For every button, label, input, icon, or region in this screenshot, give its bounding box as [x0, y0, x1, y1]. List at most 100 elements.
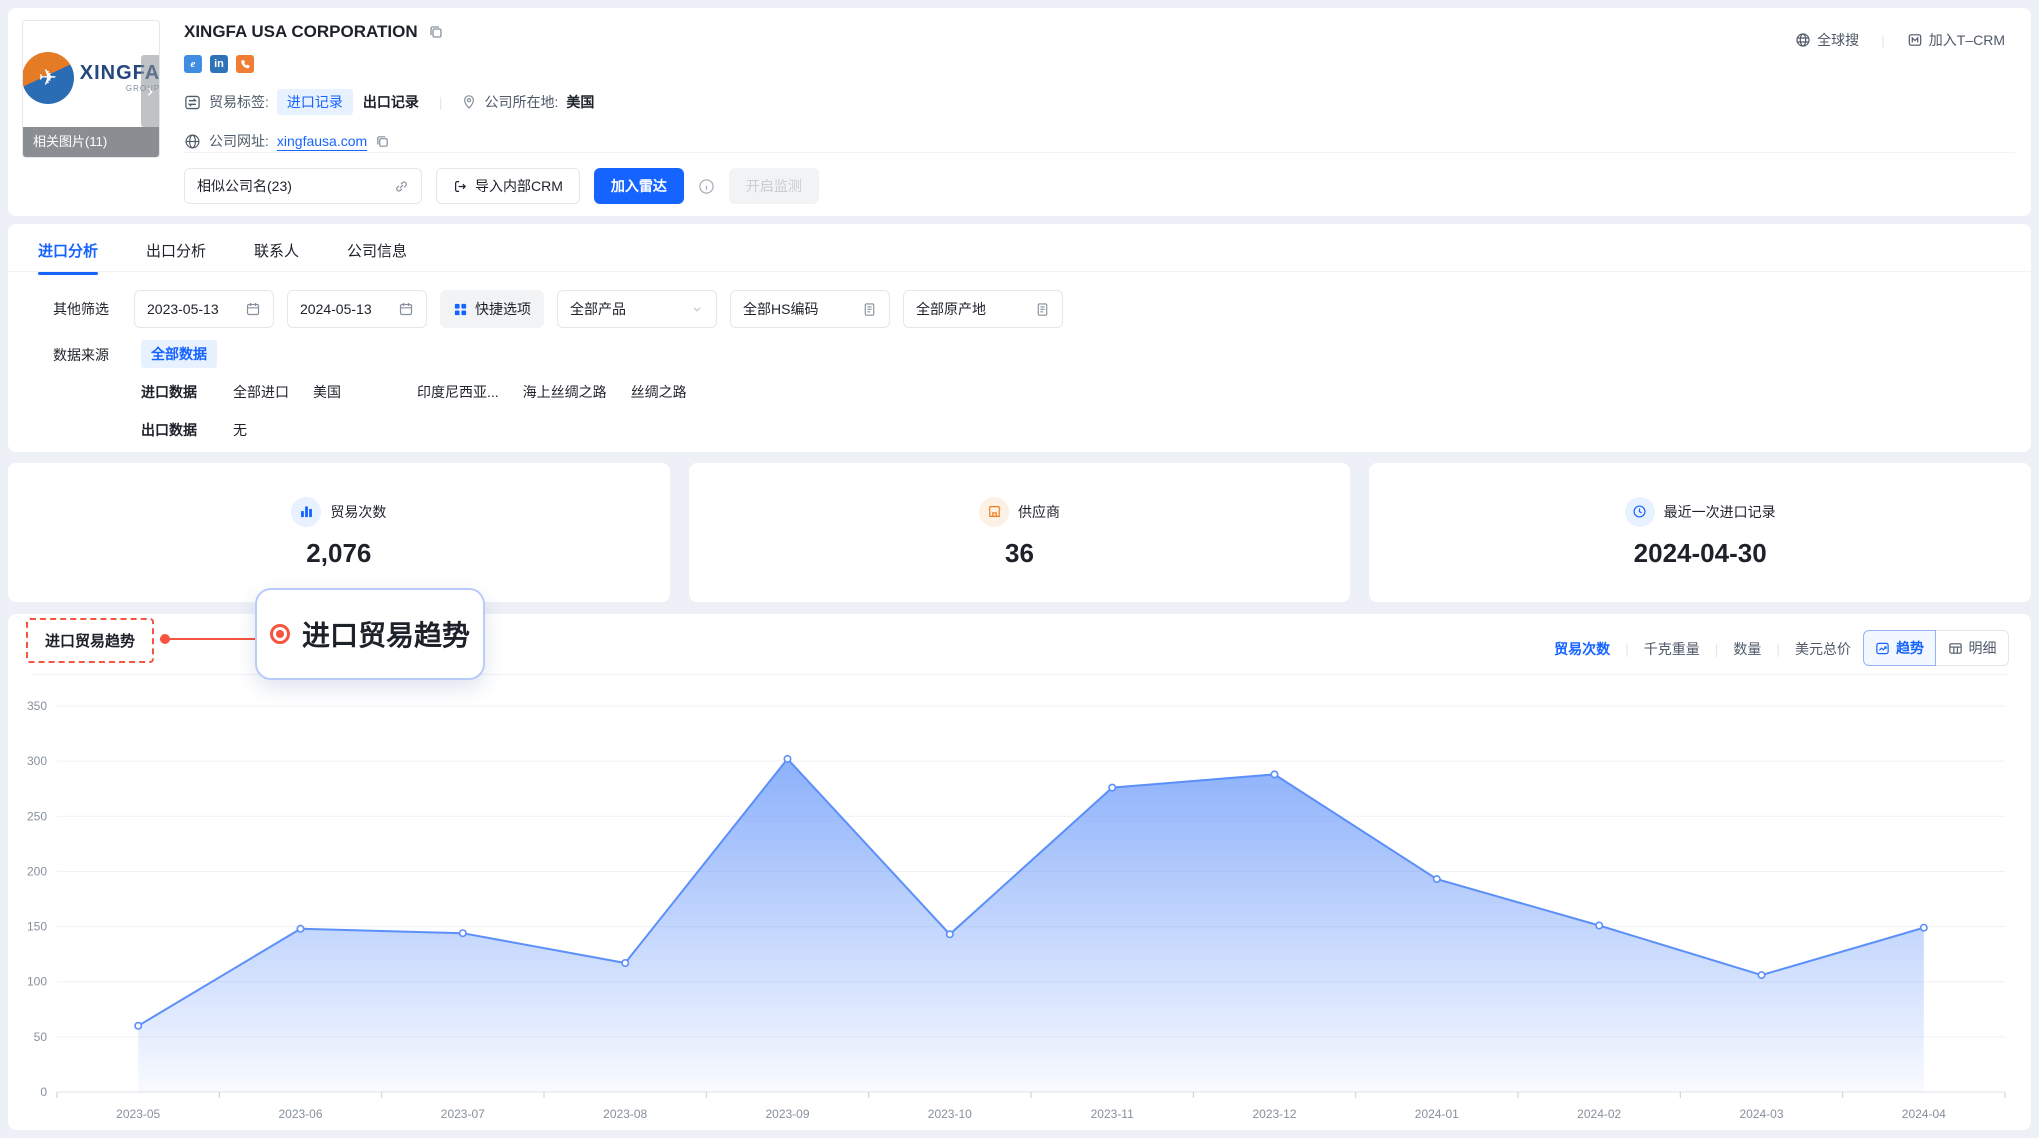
logo-globe-airplane-icon: ✈ [22, 52, 74, 104]
export-data-value: 无 [233, 420, 247, 440]
all-products-select[interactable]: 全部产品 [557, 290, 717, 328]
document-icon [1035, 302, 1050, 317]
svg-text:2023-11: 2023-11 [1091, 1107, 1134, 1121]
global-search-link[interactable]: 全球搜 [1795, 30, 1859, 50]
quick-options-button[interactable]: 快捷选项 [440, 290, 544, 328]
tcrm-icon [1907, 32, 1923, 48]
website-link[interactable]: xingfausa.com [277, 133, 367, 149]
end-date-value: 2024-05-13 [300, 301, 372, 317]
chevron-down-icon [690, 302, 704, 316]
view-trend-button[interactable]: 趋势 [1863, 630, 1936, 666]
all-origins-select[interactable]: 全部原产地 [903, 290, 1063, 328]
svg-text:250: 250 [27, 809, 47, 823]
shop-icon [979, 497, 1009, 527]
metric-kg-weight[interactable]: 千克重量 [1644, 639, 1700, 659]
all-hs-codes-select[interactable]: 全部HS编码 [730, 290, 890, 328]
svg-text:2023-09: 2023-09 [765, 1107, 809, 1121]
analysis-panel: 进口分析 出口分析 联系人 公司信息 其他筛选 2023-05-13 2024-… [8, 224, 2031, 452]
tab-import-analysis[interactable]: 进口分析 [38, 240, 98, 275]
divider: | [1871, 32, 1895, 48]
tab-company-info[interactable]: 公司信息 [347, 240, 407, 275]
import-source-item[interactable]: 印度尼西亚... [417, 382, 499, 402]
similar-companies-selector[interactable]: 相似公司名(23) [184, 168, 422, 204]
global-search-icon [1795, 32, 1811, 48]
section-title-import-trend: 进口贸易趋势 [26, 618, 154, 663]
svg-text:2024-04: 2024-04 [1902, 1107, 1946, 1121]
company-logo-thumbnail[interactable]: ✈ XINGFA GROUP › 相关图片(11) [22, 20, 160, 158]
stats-row: 贸易次数 2,076 供应商 36 最近一次进口记录 2024-04-30 [8, 463, 2031, 602]
location-value: 美国 [566, 92, 594, 112]
import-record-tag[interactable]: 进口记录 [277, 89, 353, 115]
suppliers-value: 36 [1005, 538, 1034, 569]
all-data-tag[interactable]: 全部数据 [141, 340, 217, 368]
import-crm-label: 导入内部CRM [475, 176, 563, 196]
start-date-picker[interactable]: 2023-05-13 [134, 290, 274, 328]
import-source-item[interactable]: 丝绸之路 [631, 382, 687, 402]
trade-count-label: 贸易次数 [330, 502, 386, 522]
view-detail-label: 明细 [1969, 638, 1997, 658]
view-detail-button[interactable]: 明细 [1936, 630, 2009, 666]
start-monitoring-button[interactable]: 开启监测 [729, 168, 819, 204]
join-tcrm-link[interactable]: 加入T–CRM [1907, 30, 2005, 50]
latest-import-value: 2024-04-30 [1634, 538, 1767, 569]
copy-icon[interactable] [428, 24, 444, 40]
copy-icon[interactable] [375, 134, 390, 149]
all-origins-value: 全部原产地 [916, 299, 986, 319]
join-tcrm-label: 加入T–CRM [1929, 30, 2005, 50]
trend-icon [1875, 641, 1890, 656]
info-icon[interactable] [698, 178, 715, 195]
document-icon [862, 302, 877, 317]
related-images-badge[interactable]: 相关图片(11) [23, 127, 159, 157]
metric-usd-total[interactable]: 美元总价 [1795, 639, 1851, 659]
trade-count-value: 2,076 [306, 538, 371, 569]
website-label: 公司网址: [209, 131, 269, 151]
trade-count-card: 贸易次数 2,076 [8, 463, 670, 602]
import-source-item[interactable]: 全部进口 [233, 382, 289, 402]
divider: | [429, 94, 453, 110]
import-icon [453, 179, 468, 194]
grid-icon [453, 302, 468, 317]
start-date-value: 2023-05-13 [147, 301, 219, 317]
linkedin-icon[interactable]: in [210, 55, 228, 73]
bar-chart-icon [291, 497, 321, 527]
svg-text:2023-12: 2023-12 [1252, 1107, 1296, 1121]
svg-text:2023-06: 2023-06 [278, 1107, 322, 1121]
svg-text:300: 300 [27, 754, 47, 768]
tab-export-analysis[interactable]: 出口分析 [146, 240, 206, 275]
import-source-item[interactable]: 海上丝绸之路 [523, 382, 607, 402]
next-image-arrow[interactable]: › [141, 55, 159, 127]
globe-icon [184, 133, 201, 150]
annotation-callout: 进口贸易趋势 [255, 588, 485, 680]
divider: | [1776, 641, 1780, 657]
view-trend-label: 趋势 [1896, 638, 1924, 658]
page: ✈ XINGFA GROUP › 相关图片(11) XINGFA USA COR… [0, 0, 2039, 1138]
import-crm-button[interactable]: 导入内部CRM [436, 168, 580, 204]
metric-trade-count[interactable]: 贸易次数 [1554, 639, 1610, 659]
svg-text:0: 0 [40, 1085, 47, 1099]
export-record-tag[interactable]: 出口记录 [361, 89, 421, 115]
import-trend-panel: 进口贸易趋势 进口贸易趋势 贸易次数 | 千克重量 | 数量 | 美元总价 趋势 [8, 614, 2031, 1130]
tab-contacts[interactable]: 联系人 [254, 240, 299, 275]
svg-text:350: 350 [27, 699, 47, 713]
divider [8, 271, 2031, 272]
svg-text:2023-05: 2023-05 [116, 1107, 160, 1121]
quick-options-label: 快捷选项 [475, 299, 531, 319]
import-data-label: 进口数据 [141, 382, 197, 402]
trade-tags-label: 贸易标签: [209, 92, 269, 112]
website-e-icon[interactable]: e [184, 55, 202, 73]
metric-quantity[interactable]: 数量 [1733, 639, 1761, 659]
annotation-callout-text: 进口贸易趋势 [302, 614, 470, 654]
similar-companies-label: 相似公司名(23) [197, 176, 292, 196]
latest-import-card: 最近一次进口记录 2024-04-30 [1369, 463, 2031, 602]
svg-text:200: 200 [27, 864, 47, 878]
import-source-item[interactable]: 美国 [313, 382, 341, 402]
divider: | [1625, 641, 1629, 657]
svg-text:2023-08: 2023-08 [603, 1107, 647, 1121]
data-source-label: 数据来源 [53, 345, 109, 365]
add-radar-button[interactable]: 加入雷达 [594, 168, 684, 204]
location-pin-icon [461, 94, 477, 110]
all-hs-codes-value: 全部HS编码 [743, 299, 818, 319]
phone-icon[interactable] [236, 55, 254, 73]
end-date-picker[interactable]: 2024-05-13 [287, 290, 427, 328]
svg-text:2024-03: 2024-03 [1739, 1107, 1783, 1121]
